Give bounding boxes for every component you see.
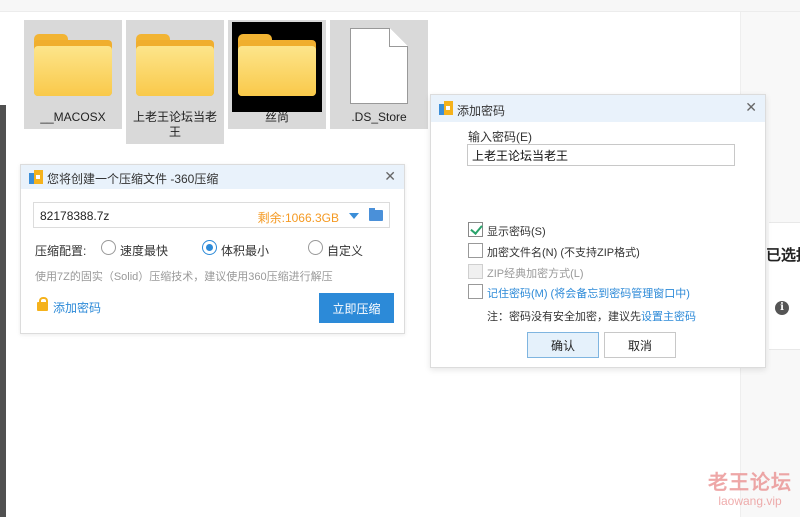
radio-smallest-label[interactable]: 体积最小 — [221, 242, 269, 259]
file-tile-sishang[interactable]: 丝尚 — [228, 20, 326, 129]
option-label[interactable]: 记住密码(M) (将会备忘到密码管理窗口中) — [487, 285, 690, 301]
add-password-link[interactable]: 添加密码 — [37, 297, 101, 316]
browse-folder-icon[interactable] — [369, 208, 383, 221]
file-name: 上老王论坛当老王 — [132, 110, 217, 139]
compression-hint: 使用7Z的固实（Solid）压缩技术，建议使用360压缩进行解压 — [35, 271, 333, 283]
watermark: 老王论坛 laowang.vip — [700, 472, 800, 508]
checkbox-remember-password[interactable] — [468, 284, 483, 299]
compression-config-row: 压缩配置: 速度最快 体积最小 自定义 — [35, 240, 395, 258]
remaining-space: 剩余:1066.3GB — [257, 211, 339, 225]
file-tile-laowang[interactable]: 上老王论坛当老王 — [126, 20, 224, 144]
app-360-icon — [29, 170, 43, 184]
confirm-button[interactable]: 确认 — [527, 332, 599, 358]
left-window-edge — [0, 105, 6, 517]
compress-dialog: 您将创建一个压缩文件 -360压缩 ✕ 82178388.7z 剩余:1066.… — [20, 164, 405, 334]
app-360-icon — [439, 101, 453, 115]
archive-path-field[interactable]: 82178388.7z 剩余:1066.3GB — [33, 202, 390, 228]
selection-band — [769, 222, 800, 350]
dialog-titlebar[interactable]: 您将创建一个压缩文件 -360压缩 ✕ — [21, 165, 404, 189]
checkbox-encrypt-filenames[interactable] — [468, 243, 483, 258]
radio-fastest-label[interactable]: 速度最快 — [120, 242, 168, 259]
file-name: __MACOSX — [40, 110, 106, 124]
file-name: .DS_Store — [351, 110, 407, 124]
top-toolbar-strip — [0, 0, 800, 12]
add-password-dialog: 添加密码 ✕ 输入密码(E) 显示密码(S) 加密文件名(N) (不支持ZIP格… — [430, 94, 766, 368]
set-master-password-link[interactable]: 设置主密码 — [641, 311, 696, 323]
file-tile-macosx[interactable]: __MACOSX — [24, 20, 122, 129]
close-icon[interactable]: ✕ — [384, 168, 396, 185]
compress-now-button[interactable]: 立即压缩 — [319, 293, 394, 323]
folder-icon — [24, 20, 122, 108]
watermark-title: 老王论坛 — [708, 472, 792, 494]
info-icon[interactable]: i — [775, 301, 789, 315]
folder-icon — [126, 20, 224, 108]
document-icon — [330, 20, 428, 108]
option-label[interactable]: 加密文件名(N) (不支持ZIP格式) — [487, 244, 640, 260]
file-tile-ds-store[interactable]: .DS_Store — [330, 20, 428, 129]
note-text: 注：密码没有安全加密，建议先 — [487, 311, 641, 323]
option-label[interactable]: 显示密码(S) — [487, 223, 546, 239]
option-label: ZIP经典加密方式(L) — [487, 268, 584, 280]
add-password-label[interactable]: 添加密码 — [53, 301, 101, 315]
dialog-titlebar[interactable]: 添加密码 ✕ — [431, 95, 765, 122]
radio-custom-label[interactable]: 自定义 — [327, 242, 363, 259]
config-label: 压缩配置: — [35, 244, 87, 258]
password-input[interactable] — [467, 144, 735, 166]
dialog-title: 添加密码 — [457, 104, 506, 118]
cancel-button[interactable]: 取消 — [604, 332, 676, 358]
radio-fastest[interactable] — [101, 240, 116, 255]
archive-filename[interactable]: 82178388.7z — [40, 209, 109, 223]
checkbox-zip-classic — [468, 264, 483, 279]
checkbox-show-password[interactable] — [468, 222, 483, 237]
security-note: 注：密码没有安全加密，建议先设置主密码 — [487, 308, 696, 324]
selected-title: 已选择 — [766, 247, 800, 264]
radio-custom[interactable] — [308, 240, 323, 255]
dialog-title: 您将创建一个压缩文件 -360压缩 — [47, 172, 219, 186]
close-icon[interactable]: ✕ — [745, 99, 757, 116]
lock-icon — [37, 297, 48, 311]
password-label: 输入密码(E) — [468, 130, 532, 144]
folder-icon — [228, 20, 326, 112]
dropdown-caret-icon[interactable] — [349, 213, 359, 219]
watermark-url: laowang.vip — [718, 494, 782, 508]
radio-smallest[interactable] — [202, 240, 217, 255]
